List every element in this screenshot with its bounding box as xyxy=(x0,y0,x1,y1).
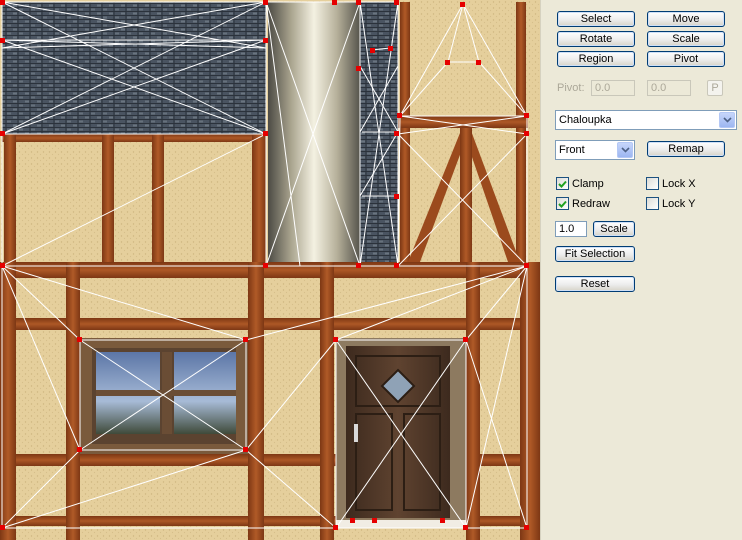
pivot-x-field[interactable]: 0.0 xyxy=(591,80,635,96)
checkmark-icon xyxy=(558,180,567,188)
clamp-checkbox[interactable] xyxy=(556,177,569,190)
view-dropdown-value: Front xyxy=(559,144,585,156)
view-dropdown[interactable]: Front xyxy=(555,140,635,160)
uv-canvas[interactable] xyxy=(0,0,540,540)
redraw-label: Redraw xyxy=(572,198,610,210)
move-button[interactable]: Move xyxy=(647,11,725,27)
scale-mode-button[interactable]: Scale xyxy=(647,31,725,47)
lock-y-label: Lock Y xyxy=(662,198,696,210)
region-button[interactable]: Region xyxy=(557,51,635,67)
pivot-label: Pivot: xyxy=(557,82,585,94)
rotate-button[interactable]: Rotate xyxy=(557,31,635,47)
pivot-p-button[interactable]: P xyxy=(707,80,723,96)
remap-button[interactable]: Remap xyxy=(647,141,725,157)
uv-editor-viewport[interactable] xyxy=(0,0,540,540)
texture-dropdown-value: Chaloupka xyxy=(559,114,612,126)
scale-apply-button[interactable]: Scale xyxy=(593,221,635,237)
chevron-down-icon[interactable] xyxy=(719,112,735,128)
pivot-button[interactable]: Pivot xyxy=(647,51,725,67)
lock-y-checkbox[interactable] xyxy=(646,197,659,210)
fit-selection-button[interactable]: Fit Selection xyxy=(555,246,635,262)
reset-button[interactable]: Reset xyxy=(555,276,635,292)
uv-tools-panel: Select Move Rotate Scale Region Pivot Pi… xyxy=(540,0,742,540)
select-button[interactable]: Select xyxy=(557,11,635,27)
pivot-y-field[interactable]: 0.0 xyxy=(647,80,691,96)
redraw-checkbox[interactable] xyxy=(556,197,569,210)
checkmark-icon xyxy=(558,200,567,208)
lock-x-label: Lock X xyxy=(662,178,696,190)
clamp-label: Clamp xyxy=(572,178,604,190)
scale-value-field[interactable]: 1.0 xyxy=(555,221,587,237)
lock-x-checkbox[interactable] xyxy=(646,177,659,190)
texture-dropdown[interactable]: Chaloupka xyxy=(555,110,737,130)
chevron-down-icon[interactable] xyxy=(617,142,633,158)
